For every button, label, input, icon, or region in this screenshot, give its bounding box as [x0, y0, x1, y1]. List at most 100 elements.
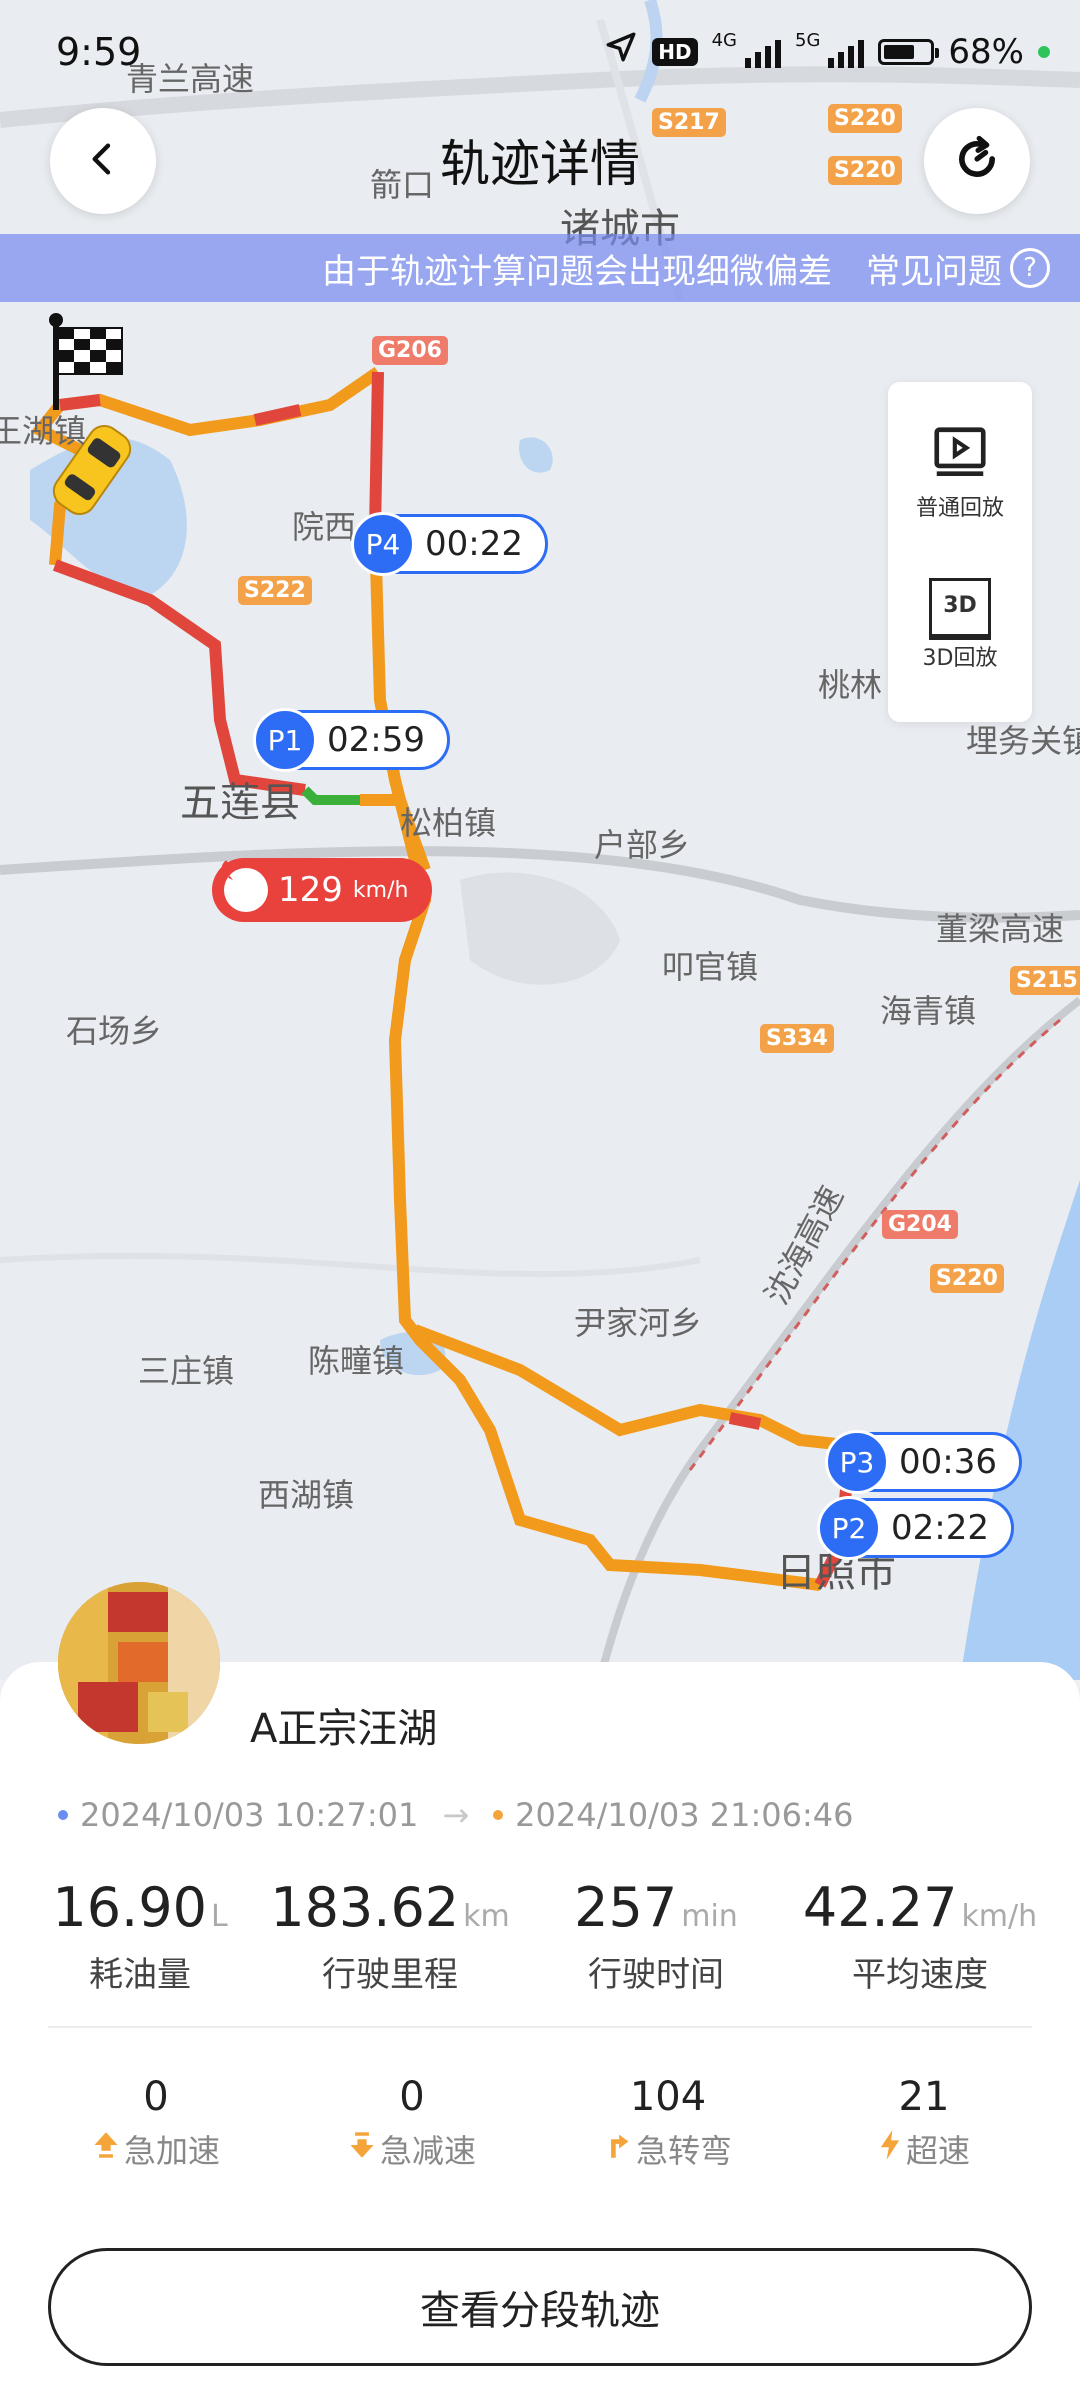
map-place-label: 三庄镇 [138, 1352, 235, 1390]
privacy-indicator-dot [1038, 45, 1050, 58]
rocket-icon [219, 860, 268, 912]
event-label: 急加速 [123, 2132, 220, 2170]
stat-duration: 257 min 行驶时间 [516, 1876, 796, 1996]
play-screen-icon [929, 427, 991, 490]
stat-value: 42.27 [802, 1876, 958, 1939]
marker-time: 00:22 [425, 524, 523, 564]
event-count: 104 [629, 2074, 707, 2120]
start-dot [58, 1810, 68, 1820]
stat-fuel: 16.90 L 耗油量 [0, 1876, 280, 1996]
3d-replay-button[interactable]: 3D 3D回放 [888, 578, 1032, 672]
refresh-button[interactable] [924, 108, 1030, 214]
marker-time: 02:59 [327, 720, 425, 760]
map-place-label: 西湖镇 [258, 1476, 355, 1514]
stat-value: 183.62 [270, 1876, 460, 1939]
marker-pin: P2 [817, 1496, 881, 1560]
start-time: 2024/10/03 10:27:01 [80, 1796, 419, 1834]
hd-icon: HD [652, 37, 698, 66]
view-segments-button[interactable]: 查看分段轨迹 [48, 2248, 1032, 2366]
status-bar: 9:59 HD 4G 5G 68% [0, 0, 1080, 110]
refresh-icon [951, 133, 1003, 189]
speed-unit: km/h [352, 877, 409, 903]
map-place-label: 尹家河乡 [574, 1304, 703, 1342]
event-hard-braking: 0 急减速 [272, 2074, 552, 2172]
event-count: 0 [143, 2074, 169, 2120]
event-speeding: 21 超速 [784, 2074, 1064, 2172]
checkered-flag-icon [49, 313, 123, 410]
faq-label: 常见问题 [866, 251, 1002, 292]
road-badge: S334 [760, 1024, 834, 1053]
turn-icon [604, 2130, 632, 2168]
map-place-label: 松柏镇 [400, 804, 497, 842]
owner-name: A正宗汪湖 [250, 1706, 438, 1752]
arrow-right-icon: → [442, 1796, 470, 1834]
status-icons: HD 4G 5G 68% [604, 30, 1050, 73]
stat-distance: 183.62 km 行驶里程 [250, 1876, 530, 1996]
marker-time: 00:36 [899, 1442, 997, 1482]
arrow-up-icon [92, 2130, 120, 2168]
replay-panel: 普通回放 3D 3D回放 [888, 382, 1032, 722]
help-icon: ? [1010, 248, 1050, 288]
battery-percent: 68% [948, 31, 1024, 72]
faq-link[interactable]: 常见问题 ? [866, 244, 1050, 293]
stat-label: 平均速度 [852, 1955, 988, 1995]
battery-icon [878, 38, 940, 65]
status-time: 9:59 [56, 30, 142, 74]
marker-p2[interactable]: P2 02:22 [817, 1496, 1014, 1560]
event-label: 急减速 [379, 2132, 476, 2170]
event-label: 急转弯 [635, 2132, 732, 2170]
marker-pin: P1 [253, 708, 317, 772]
stat-unit: min [681, 1899, 738, 1934]
map-road-label: 董梁高速 [936, 910, 1065, 948]
stat-label: 耗油量 [89, 1955, 191, 1995]
map-city-label: 五莲县 [180, 780, 300, 826]
map-place-label: 海青镇 [880, 992, 977, 1030]
location-icon [604, 30, 638, 73]
stat-unit: km/h [961, 1899, 1038, 1934]
3d-replay-label: 3D回放 [922, 646, 998, 671]
network-5g-label: 5G [795, 30, 821, 51]
trip-time-range: 2024/10/03 10:27:01 → 2024/10/03 21:06:4… [58, 1796, 853, 1834]
stat-unit: L [210, 1899, 228, 1934]
marker-pin: P4 [351, 512, 415, 576]
stat-value: 16.90 [52, 1876, 207, 1939]
road-badge: G206 [372, 336, 448, 365]
normal-replay-label: 普通回放 [915, 496, 1004, 521]
arrow-down-icon [348, 2130, 376, 2168]
map-place-label: 院西 [292, 508, 357, 546]
signal-icon [745, 36, 782, 68]
marker-time: 02:22 [891, 1508, 989, 1548]
stat-unit: km [463, 1899, 510, 1934]
event-label: 超速 [905, 2132, 970, 2170]
marker-p4[interactable]: P4 00:22 [351, 512, 548, 576]
speed-alert-tag[interactable]: 129 km/h [212, 858, 433, 922]
map-place-label: 陈疃镇 [308, 1342, 405, 1380]
speed-value: 129 [278, 870, 343, 910]
road-badge: G204 [882, 1210, 958, 1239]
banner-notice-text: 由于轨迹计算问题会出现细微偏差 [322, 251, 832, 292]
event-count: 21 [898, 2074, 950, 2120]
stat-avg-speed: 42.27 km/h 平均速度 [780, 1876, 1060, 1996]
signal-icon [828, 36, 865, 68]
stat-value: 257 [574, 1876, 678, 1939]
divider [48, 2026, 1032, 2028]
deviation-notice-banner: 由于轨迹计算问题会出现细微偏差 常见问题 ? [0, 234, 1080, 302]
stat-label: 行驶时间 [588, 1955, 724, 1995]
road-badge: S222 [238, 576, 312, 605]
stat-label: 行驶里程 [322, 1955, 458, 1995]
avatar[interactable] [58, 1582, 220, 1744]
marker-p3[interactable]: P3 00:36 [825, 1430, 1022, 1494]
map-place-label: 户部乡 [594, 826, 691, 864]
end-dot [493, 1810, 504, 1820]
map-place-label: 桃林 [818, 666, 883, 704]
end-time: 2024/10/03 21:06:46 [515, 1796, 854, 1834]
map-place-label: 石场乡 [66, 1012, 163, 1050]
event-count: 0 [399, 2074, 425, 2120]
normal-replay-button[interactable]: 普通回放 [888, 422, 1032, 522]
page-title: 轨迹详情 [440, 135, 640, 193]
marker-pin: P3 [825, 1430, 889, 1494]
road-badge: S220 [930, 1264, 1004, 1293]
event-sharp-turn: 104 急转弯 [528, 2074, 808, 2172]
lightning-icon [878, 2129, 902, 2169]
marker-p1[interactable]: P1 02:59 [253, 708, 450, 772]
